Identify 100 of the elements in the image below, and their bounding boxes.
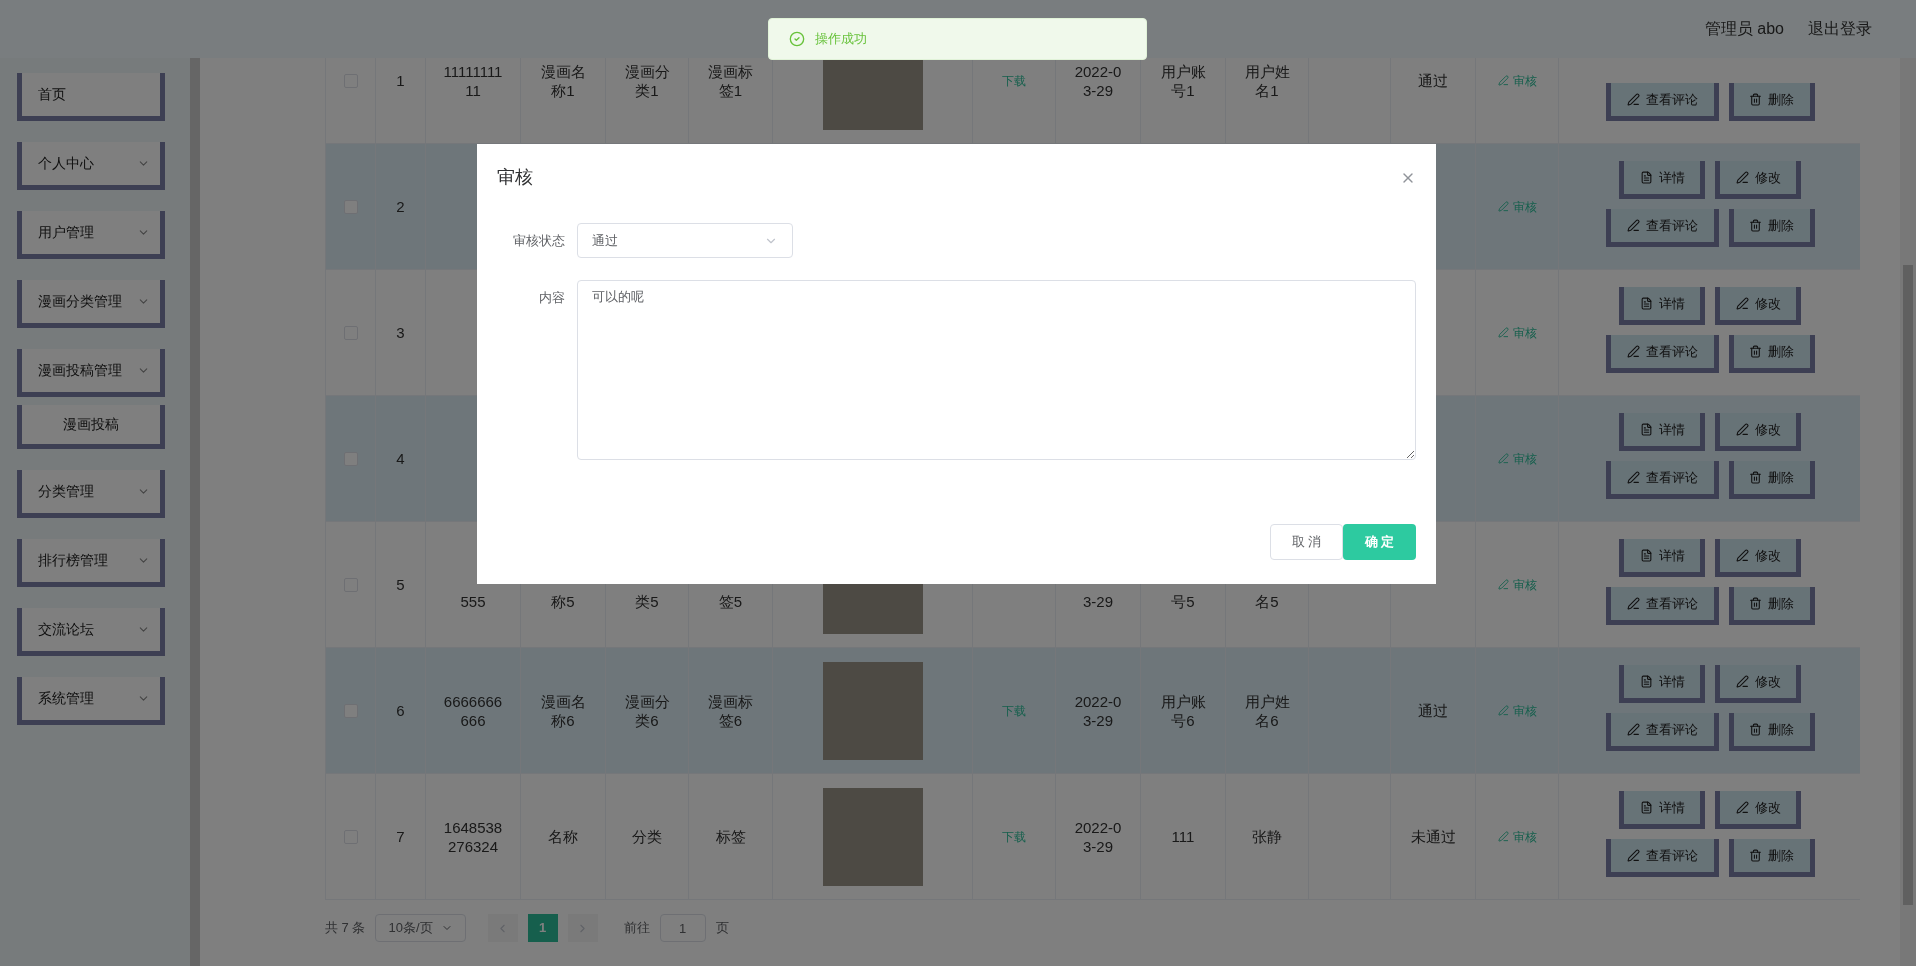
total-count: 共 7 条	[325, 919, 366, 938]
trash-icon	[1749, 93, 1762, 106]
sidebar-item[interactable]: 排行榜管理	[17, 539, 165, 587]
tag-cell-text: 漫画标签6	[707, 691, 754, 730]
category-cell: 类5	[635, 592, 659, 611]
user-name-cell: 用户姓名6	[1243, 691, 1291, 730]
account-cell: 111	[1171, 827, 1195, 846]
action-button[interactable]: 删除	[1728, 335, 1815, 373]
pen-icon	[1626, 219, 1640, 232]
action-button[interactable]: 删除	[1728, 587, 1815, 625]
pen-icon	[1735, 297, 1749, 310]
tag-cell: 签5	[718, 592, 743, 611]
dialog-title: 审核	[497, 166, 533, 189]
action-button[interactable]: 删除	[1728, 209, 1815, 247]
status-select[interactable]: 通过	[577, 223, 793, 258]
pen-icon	[1497, 75, 1509, 86]
pen-icon	[1497, 201, 1509, 212]
row-index: 4	[396, 449, 405, 468]
check-circle-icon	[789, 31, 805, 47]
date-cell-text: 2022-03-29	[1073, 691, 1123, 730]
pen-icon	[1735, 171, 1749, 184]
goto-input[interactable]: 1	[659, 914, 706, 942]
pen-icon	[1735, 801, 1749, 814]
sidebar-item[interactable]: 首页	[17, 73, 165, 121]
action-button[interactable]: 修改	[1715, 791, 1801, 829]
action-button[interactable]: 详情	[1619, 287, 1705, 325]
sidebar-item[interactable]: 漫画投稿管理	[17, 349, 165, 397]
sidebar-scrollbar[interactable]	[190, 58, 200, 966]
category-cell: 漫画分类6	[623, 691, 671, 730]
document-icon	[1639, 171, 1653, 184]
id-cell: 1648538276324	[442, 817, 504, 856]
date-cell-text: 2022-03-29	[1073, 817, 1123, 856]
action-button[interactable]: 删除	[1728, 839, 1815, 877]
sidebar-item[interactable]: 个人中心	[17, 142, 165, 190]
document-icon	[1639, 423, 1653, 436]
id-cell: 6666666666	[442, 691, 504, 730]
cancel-button[interactable]: 取 消	[1270, 524, 1343, 560]
user-name-cell: 张静	[1252, 827, 1282, 846]
goto-label: 前往	[623, 919, 650, 938]
sidebar-item[interactable]: 系统管理	[17, 677, 165, 725]
action-button[interactable]: 查看评论	[1605, 713, 1719, 751]
date-cell-text: 2022-03-29	[1073, 61, 1123, 100]
document-icon	[1639, 297, 1653, 310]
prev-page-button[interactable]	[487, 914, 518, 942]
action-button[interactable]: 查看评论	[1605, 839, 1719, 877]
document-icon	[1639, 549, 1653, 562]
status-cell: 未通过	[1410, 827, 1456, 846]
action-button[interactable]: 详情	[1619, 161, 1705, 199]
account-cell: 号5	[1171, 592, 1195, 611]
page-size-select[interactable]: 10条/页	[375, 914, 466, 942]
account-cell: 用户账号1	[1159, 61, 1207, 100]
submenu-item[interactable]: 漫画投稿	[17, 405, 165, 449]
document-icon	[1639, 801, 1653, 814]
action-button[interactable]: 查看评论	[1605, 587, 1719, 625]
pen-icon	[1626, 849, 1640, 862]
name-cell: 名称	[548, 827, 578, 846]
row-index: 5	[396, 575, 405, 594]
next-page-button[interactable]	[567, 914, 598, 942]
action-button[interactable]: 详情	[1619, 413, 1705, 451]
action-button[interactable]: 删除	[1728, 713, 1815, 751]
sidebar-item[interactable]: 分类管理	[17, 470, 165, 518]
scrollbar-thumb[interactable]	[1903, 265, 1913, 905]
pen-icon	[1735, 423, 1749, 436]
content-textarea[interactable]: 可以的呢	[577, 280, 1416, 460]
action-button[interactable]: 修改	[1715, 161, 1801, 199]
row-index: 1	[396, 71, 405, 90]
action-button[interactable]: 修改	[1715, 665, 1801, 703]
account-cell: 用户账号6	[1159, 691, 1207, 730]
action-button[interactable]: 删除	[1728, 83, 1815, 121]
action-button[interactable]: 删除	[1728, 461, 1815, 499]
sidebar-item[interactable]: 用户管理	[17, 211, 165, 259]
trash-icon	[1749, 219, 1762, 232]
name-cell: 漫画名称1	[539, 61, 587, 100]
confirm-button[interactable]: 确 定	[1343, 524, 1416, 560]
pen-icon	[1497, 705, 1509, 716]
page-suffix: 页	[715, 919, 729, 938]
sidebar-item[interactable]: 交流论坛	[17, 608, 165, 656]
sidebar-item[interactable]: 漫画分类管理	[17, 280, 165, 328]
action-button[interactable]: 修改	[1715, 287, 1801, 325]
action-button[interactable]: 查看评论	[1605, 83, 1719, 121]
action-button[interactable]: 查看评论	[1605, 461, 1719, 499]
action-button[interactable]: 查看评论	[1605, 335, 1719, 373]
name-cell: 称5	[551, 592, 575, 611]
tag-cell-text: 漫画标签1	[707, 61, 754, 100]
category-cell: 漫画分类1	[623, 61, 671, 100]
document-icon	[1639, 675, 1653, 688]
pen-icon	[1626, 93, 1640, 106]
action-button[interactable]: 详情	[1619, 665, 1705, 703]
logout-link[interactable]: 退出登录	[1808, 17, 1872, 41]
action-button[interactable]: 查看评论	[1605, 209, 1719, 247]
action-button[interactable]: 详情	[1619, 539, 1705, 577]
admin-name: 管理员 abo	[1704, 19, 1784, 39]
action-button[interactable]: 修改	[1715, 413, 1801, 451]
trash-icon	[1749, 345, 1762, 358]
id-cell: 1111111111	[442, 61, 504, 100]
action-button[interactable]: 修改	[1715, 539, 1801, 577]
row-index: 7	[396, 827, 405, 846]
id-cell: 555	[460, 592, 486, 611]
action-button[interactable]: 详情	[1619, 791, 1705, 829]
pen-icon	[1735, 675, 1749, 688]
